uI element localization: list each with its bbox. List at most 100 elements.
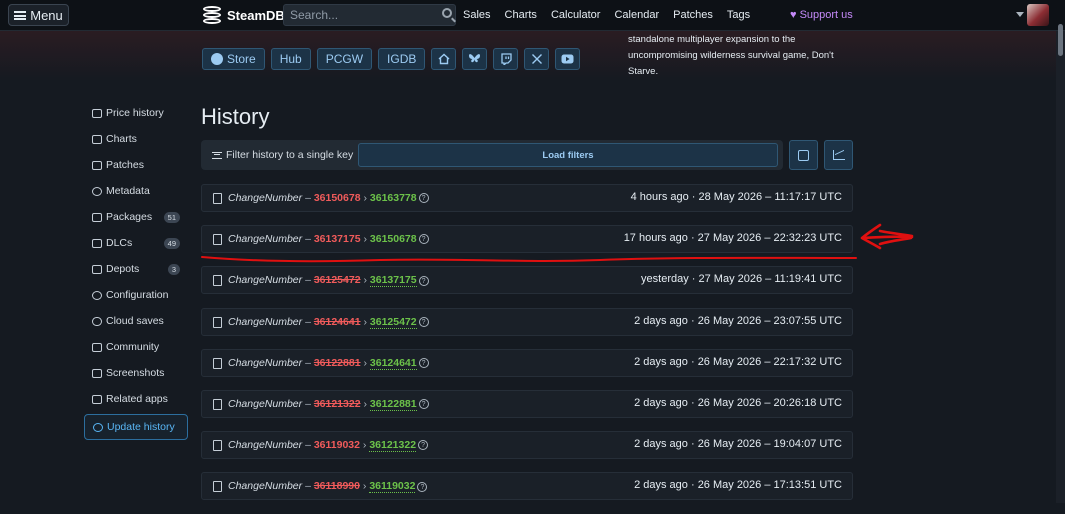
nav-sales[interactable]: Sales [463, 9, 491, 21]
steam-icon [211, 53, 223, 65]
calendar-button[interactable] [789, 140, 818, 170]
old-change-number[interactable]: 36125472 [314, 274, 361, 286]
sidebar-item-screenshots[interactable]: Screenshots [84, 360, 188, 386]
sidebar-item-label: Community [106, 341, 160, 353]
change-type: ChangeNumber [228, 192, 303, 204]
sidebar-item-patches[interactable]: Patches [84, 152, 188, 178]
sidebar-item-label: Price history [106, 107, 164, 119]
old-change-number[interactable]: 36118990 [314, 480, 360, 492]
sidebar-item-charts[interactable]: Charts [84, 126, 188, 152]
scrollbar-thumb[interactable] [1058, 24, 1063, 56]
sidebar-item-dlcs[interactable]: DLCs 49 [84, 230, 188, 256]
new-change-number[interactable]: 36124641 [369, 356, 417, 370]
sidebar-item-community[interactable]: Community [84, 334, 188, 360]
search-icon[interactable] [442, 8, 452, 18]
new-change-number[interactable]: 36125472 [369, 315, 417, 329]
store-button[interactable]: Store [202, 48, 265, 70]
sidebar-item-update-history[interactable]: Update history [84, 414, 188, 440]
history-row[interactable]: ChangeNumber – 36150678 › 36163778? 4 ho… [201, 184, 853, 212]
avatar[interactable] [1027, 4, 1049, 26]
timestamp: 17 hours ago · 27 May 2026 – 22:32:23 UT… [623, 232, 842, 245]
pcgw-button[interactable]: PCGW [316, 48, 373, 70]
document-icon [213, 234, 222, 246]
change-type: ChangeNumber [228, 439, 303, 452]
youtube-button[interactable] [555, 48, 581, 70]
nav-calendar[interactable]: Calendar [614, 9, 659, 21]
steamdb-logo[interactable]: SteamDB [202, 5, 285, 25]
database-icon [202, 5, 222, 25]
sidebar-item-label: Update history [107, 421, 175, 433]
sidebar-item-metadata[interactable]: Metadata [84, 178, 188, 204]
help-icon[interactable]: ? [418, 275, 429, 286]
filter-toggle[interactable]: Filter history to a single key [212, 149, 353, 161]
old-change-number[interactable]: 36122881 [314, 357, 361, 369]
new-change-number[interactable]: 36122881 [369, 397, 417, 411]
change-label: ChangeNumber – 36150678 › 36163778? [228, 192, 429, 204]
chevron-down-icon[interactable] [1016, 12, 1024, 17]
help-icon[interactable]: ? [417, 481, 428, 492]
nav-patches[interactable]: Patches [673, 9, 713, 21]
count-badge: 3 [167, 263, 180, 275]
menu-button[interactable]: Menu [8, 4, 69, 26]
line-chart-icon [832, 150, 845, 160]
timestamp: 4 hours ago · 28 May 2026 – 11:17:17 UTC [630, 191, 842, 203]
hub-button[interactable]: Hub [270, 48, 311, 70]
history-row[interactable]: ChangeNumber – 36125472 › 36137175? yest… [201, 266, 853, 295]
new-change-number[interactable]: 36121322 [369, 439, 417, 453]
help-icon[interactable]: ? [418, 399, 429, 410]
help-icon[interactable]: ? [418, 357, 429, 368]
sidebar-item-price-history[interactable]: Price history [84, 100, 188, 126]
search-input[interactable]: Search... [283, 4, 456, 26]
document-icon [213, 357, 222, 369]
sidebar-item-cloud-saves[interactable]: Cloud saves [84, 308, 188, 334]
scrollbar-track[interactable] [1056, 31, 1065, 503]
home-button[interactable] [431, 48, 457, 70]
new-change-number[interactable]: 36150678 [370, 233, 417, 245]
change-label: ChangeNumber – 36121322 › 36122881? [228, 397, 429, 411]
history-row[interactable]: ChangeNumber – 36124641 › 36125472? 2 da… [201, 307, 853, 336]
twitch-button[interactable] [493, 48, 519, 70]
depot-icon [92, 264, 102, 274]
old-change-number[interactable]: 36121322 [314, 398, 361, 410]
change-type: ChangeNumber [228, 274, 303, 287]
nav-calculator[interactable]: Calculator [551, 9, 601, 21]
help-icon[interactable]: ? [418, 440, 429, 451]
support-us-link[interactable]: ♥ Support us [790, 9, 853, 21]
package-icon [92, 212, 102, 222]
old-change-number[interactable]: 36124641 [314, 316, 361, 328]
old-change-number[interactable]: 36137175 [314, 233, 361, 245]
history-row[interactable]: ChangeNumber – 36118990 › 36119032? 2 da… [201, 472, 853, 501]
app-description: standalone multiplayer expansion to the … [628, 34, 834, 77]
new-change-number[interactable]: 36163778 [370, 192, 417, 204]
sidebar-item-related-apps[interactable]: Related apps [84, 386, 188, 412]
dlc-icon [92, 238, 102, 248]
document-icon [213, 481, 222, 493]
help-icon[interactable]: ? [418, 316, 429, 327]
timestamp: yesterday · 27 May 2026 – 11:19:41 UTC [641, 273, 842, 286]
change-type: ChangeNumber [228, 480, 303, 493]
history-row[interactable]: ChangeNumber – 36122881 › 36124641? 2 da… [201, 348, 853, 377]
sidebar-item-depots[interactable]: Depots 3 [84, 256, 188, 282]
sidebar: Price history Charts Patches Metadata Pa… [84, 100, 188, 440]
old-change-number[interactable]: 36150678 [314, 192, 361, 204]
nav-tags[interactable]: Tags [727, 9, 750, 21]
old-change-number[interactable]: 36119032 [314, 439, 360, 451]
help-icon[interactable]: ? [418, 234, 429, 245]
timestamp: 2 days ago · 26 May 2026 – 20:26:18 UTC [634, 396, 842, 409]
help-icon[interactable]: ? [418, 193, 429, 204]
chart-button[interactable] [824, 140, 853, 170]
change-type: ChangeNumber [228, 397, 303, 410]
sidebar-item-label: Depots [106, 263, 140, 275]
igdb-button[interactable]: IGDB [378, 48, 426, 70]
history-row[interactable]: ChangeNumber – 36121322 › 36122881? 2 da… [201, 389, 853, 418]
x-button[interactable] [524, 48, 550, 70]
sidebar-item-configuration[interactable]: Configuration [84, 282, 188, 308]
sidebar-item-packages[interactable]: Packages 51 [84, 204, 188, 230]
load-filters-button[interactable]: Load filters [358, 143, 778, 167]
new-change-number[interactable]: 36119032 [369, 480, 416, 494]
new-change-number[interactable]: 36137175 [369, 274, 417, 288]
history-row[interactable]: ChangeNumber – 36137175 › 36150678? 17 h… [201, 225, 853, 254]
bluesky-button[interactable] [462, 48, 488, 70]
history-row[interactable]: ChangeNumber – 36119032 › 36121322? 2 da… [201, 431, 853, 460]
nav-charts[interactable]: Charts [505, 9, 537, 21]
